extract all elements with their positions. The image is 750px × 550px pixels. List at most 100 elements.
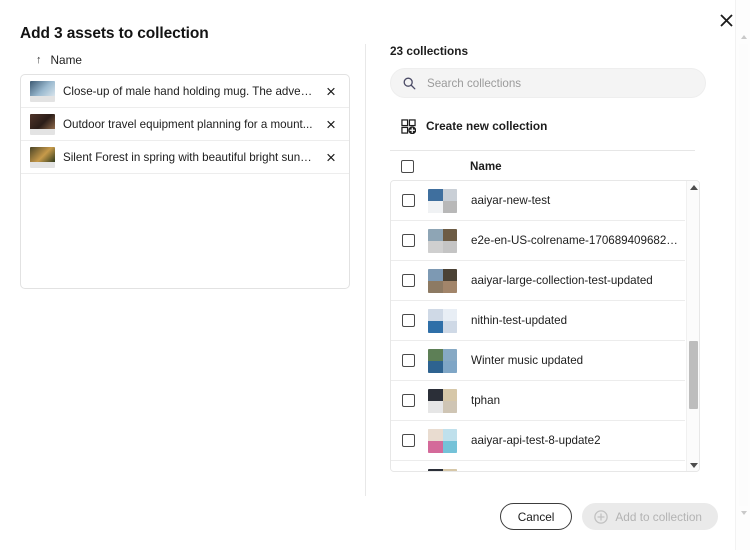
assets-column-header-name: Name <box>51 53 82 67</box>
collection-checkbox[interactable] <box>402 434 415 447</box>
collections-table-header: Name <box>390 152 708 180</box>
asset-row: Outdoor travel equipment planning for a … <box>21 108 349 141</box>
collection-checkbox[interactable] <box>402 354 415 367</box>
asset-name: Close-up of male hand holding mug. The a… <box>63 85 313 98</box>
add-to-collection-button[interactable]: Add to collection <box>582 503 718 530</box>
scroll-down-arrow-icon[interactable] <box>687 459 700 471</box>
add-to-collection-dialog: Add 3 assets to collection ↑ Name Close-… <box>0 0 750 550</box>
collection-thumbnail <box>428 269 457 293</box>
thumbnail-tile <box>428 429 443 441</box>
collection-name: aaiyar-large-collection-test-updated <box>471 274 685 287</box>
collection-checkbox[interactable] <box>402 274 415 287</box>
thumbnail-tile <box>428 241 443 253</box>
asset-thumbnail <box>30 81 55 102</box>
cancel-button[interactable]: Cancel <box>500 503 573 530</box>
collection-thumbnail <box>428 389 457 413</box>
collection-checkbox[interactable] <box>402 394 415 407</box>
thumbnail-tile <box>428 389 443 401</box>
collections-scrollbar[interactable] <box>686 181 699 471</box>
collection-row[interactable]: aaiyar-api-test-6 <box>391 461 685 471</box>
search-input[interactable] <box>425 76 705 91</box>
search-collections-box[interactable] <box>390 68 706 98</box>
remove-asset-icon[interactable] <box>321 81 341 101</box>
thumbnail-tile <box>428 269 443 281</box>
remove-asset-icon[interactable] <box>321 147 341 167</box>
thumbnail-tile <box>443 201 458 213</box>
assets-column-header: ↑ Name <box>20 50 350 70</box>
collection-checkbox[interactable] <box>402 314 415 327</box>
thumbnail-tile <box>428 201 443 213</box>
selected-assets-list: Close-up of male hand holding mug. The a… <box>20 74 350 289</box>
thumbnail-tile <box>443 469 458 472</box>
thumbnail-tile <box>428 469 443 472</box>
collection-name: Winter music updated <box>471 354 685 367</box>
page-scroll-up-arrow-icon[interactable] <box>736 30 750 44</box>
remove-asset-icon[interactable] <box>321 114 341 134</box>
collection-checkbox[interactable] <box>402 234 415 247</box>
collection-row[interactable]: Winter music updated <box>391 341 685 381</box>
thumbnail-tile <box>443 281 458 293</box>
collection-name: aaiyar-new-test <box>471 194 685 207</box>
panel-divider <box>365 44 366 496</box>
collections-count: 23 collections <box>390 44 708 58</box>
collection-thumbnail <box>428 189 457 213</box>
select-all-checkbox[interactable] <box>401 160 414 173</box>
collection-thumbnail <box>428 309 457 333</box>
collection-thumbnail <box>428 349 457 373</box>
thumbnail-tile <box>428 401 443 413</box>
asset-name: Silent Forest in spring with beautiful b… <box>63 151 313 164</box>
collection-checkbox[interactable] <box>402 194 415 207</box>
thumbnail-tile <box>443 229 458 241</box>
thumbnail-tile <box>443 309 458 321</box>
thumbnail-tile <box>428 361 443 373</box>
collections-column-header-name: Name <box>470 160 502 173</box>
selected-assets-panel: ↑ Name Close-up of male hand holding mug… <box>20 50 350 290</box>
thumbnail-tile <box>428 309 443 321</box>
collection-row[interactable]: nithin-test-updated <box>391 301 685 341</box>
collection-row[interactable]: aaiyar-new-test <box>391 181 685 221</box>
thumbnail-tile <box>443 361 458 373</box>
create-new-collection-label: Create new collection <box>426 119 547 133</box>
collection-thumbnail <box>428 469 457 472</box>
scrollbar-thumb[interactable] <box>689 341 698 409</box>
collection-thumbnail <box>428 429 457 453</box>
thumbnail-tile <box>443 241 458 253</box>
asset-row: Close-up of male hand holding mug. The a… <box>21 75 349 108</box>
collections-list-container: aaiyar-new-test e2e-en-US-colrename-17068… <box>390 180 700 472</box>
collection-row[interactable]: aaiyar-api-test-8-update2 <box>391 421 685 461</box>
section-divider <box>390 150 695 151</box>
sort-ascending-icon[interactable]: ↑ <box>36 55 42 66</box>
thumbnail-tile <box>428 189 443 201</box>
asset-thumbnail <box>30 114 55 135</box>
page-scrollbar[interactable] <box>735 0 750 550</box>
thumbnail-tile <box>428 281 443 293</box>
thumbnail-tile <box>428 349 443 361</box>
thumbnail-tile <box>428 321 443 333</box>
collection-row[interactable]: e2e-en-US-colrename-1706894096823 r... <box>391 221 685 261</box>
thumbnail-tile <box>443 189 458 201</box>
collection-name: nithin-test-updated <box>471 314 685 327</box>
asset-name: Outdoor travel equipment planning for a … <box>63 118 313 131</box>
collections-panel: 23 collections Create new collection Nam… <box>390 44 708 472</box>
thumbnail-tile <box>443 349 458 361</box>
page-scrollbar-track[interactable] <box>739 44 748 506</box>
collections-list: aaiyar-new-test e2e-en-US-colrename-17068… <box>391 181 685 471</box>
thumbnail-tile <box>443 401 458 413</box>
thumbnail-tile <box>443 321 458 333</box>
thumbnail-tile <box>428 441 443 453</box>
close-glyph <box>720 14 733 27</box>
create-new-collection-button[interactable]: Create new collection <box>401 115 708 137</box>
add-to-collection-label: Add to collection <box>615 510 702 524</box>
collection-name: tphan <box>471 394 685 407</box>
collection-row[interactable]: tphan <box>391 381 685 421</box>
scroll-up-arrow-icon[interactable] <box>687 181 700 193</box>
dialog-footer: Cancel Add to collection <box>0 503 750 530</box>
asset-row: Silent Forest in spring with beautiful b… <box>21 141 349 174</box>
collection-name: aaiyar-api-test-8-update2 <box>471 434 685 447</box>
page-title: Add 3 assets to collection <box>20 25 209 43</box>
collection-row[interactable]: aaiyar-large-collection-test-updated <box>391 261 685 301</box>
thumbnail-tile <box>443 269 458 281</box>
collection-thumbnail <box>428 229 457 253</box>
thumbnail-tile <box>428 229 443 241</box>
page-scroll-down-arrow-icon[interactable] <box>736 506 750 520</box>
